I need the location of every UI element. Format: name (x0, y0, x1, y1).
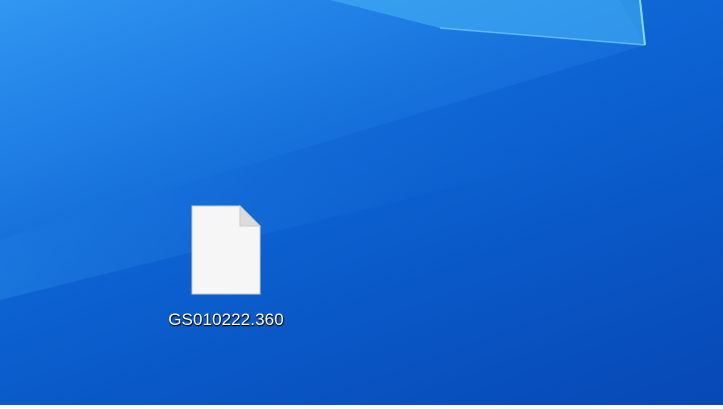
blank-file-icon (191, 204, 262, 295)
bottom-edge (0, 405, 723, 409)
desktop-file-label[interactable]: GS010222.360 (168, 310, 284, 330)
desktop[interactable]: GS010222.360 (0, 0, 723, 409)
desktop-file-item[interactable]: GS010222.360 (136, 200, 316, 335)
wallpaper-light-beams (0, 0, 723, 300)
